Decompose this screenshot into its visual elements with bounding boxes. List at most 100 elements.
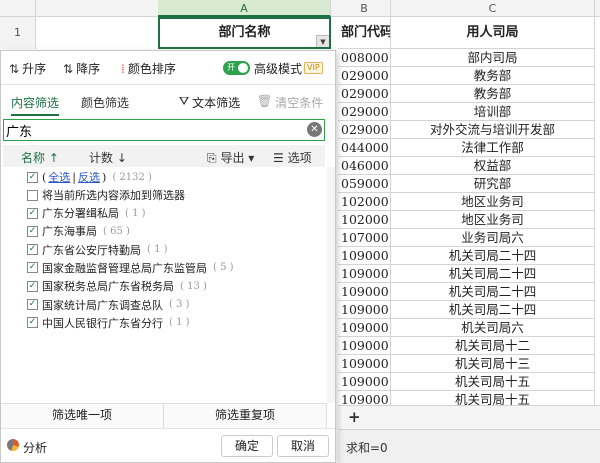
arrow-down-icon: ↓ xyxy=(116,151,127,165)
panel-footer: 分析 确定 取消 xyxy=(1,428,335,462)
filter-item-count: ( 1 ) xyxy=(147,244,168,256)
header-dept-code[interactable]: 部门代码 xyxy=(338,17,391,49)
cell-dept-code[interactable]: 029000 xyxy=(338,121,391,139)
cell-bureau[interactable]: 地区业务司 xyxy=(391,211,595,229)
cell-bureau[interactable]: 机关司局二十四 xyxy=(391,265,595,283)
add-sheet-button[interactable]: + xyxy=(348,408,361,426)
analysis-label: 分析 xyxy=(23,441,48,455)
cell-bureau[interactable]: 部内司局 xyxy=(391,49,595,67)
checkbox-checked-icon[interactable]: ✓ xyxy=(27,244,38,256)
filter-item-label: 国家统计局广东调查总队 xyxy=(42,298,163,312)
checkbox-checked-icon[interactable]: ✓ xyxy=(27,299,38,310)
export-button[interactable]: ⎘ 导出 ▾ xyxy=(207,149,254,166)
ok-button[interactable]: 确定 xyxy=(221,435,273,457)
list-header: 名称 ↑ 计数 ↓ ⎘ 导出 ▾ ☰ 选项 xyxy=(3,145,325,167)
sort-asc-button[interactable]: ⇅ 升序 xyxy=(9,60,46,77)
checkbox-checked-icon[interactable]: ✓ xyxy=(27,262,38,274)
cell-dept-code[interactable]: 102000 xyxy=(338,193,391,211)
select-all-row[interactable]: ✓ ( 全选 | 反选 ) ( 2132 ) xyxy=(27,168,152,186)
filter-list-item[interactable]: ✓ 国家税务总局广东省税务局 ( 13 ) xyxy=(27,277,207,295)
cell-bureau[interactable]: 机关司局十五 xyxy=(391,373,595,391)
cell-dept-code[interactable]: 109000 xyxy=(338,337,391,355)
filter-list-item[interactable]: ✓ 广东省公安厅特勤局 ( 1 ) xyxy=(27,241,168,259)
cell-dept-code[interactable]: 029000 xyxy=(338,67,391,85)
filter-dropdown-icon[interactable]: ▼ xyxy=(316,35,329,47)
tab-color-filter[interactable]: 颜色筛选 xyxy=(81,94,129,111)
text-filter-button[interactable]: ⛛ 文本筛选 xyxy=(179,94,240,111)
cell-bureau[interactable]: 机关司局十二 xyxy=(391,337,595,355)
paren-open: ( xyxy=(42,170,47,184)
filter-unique-button[interactable]: 筛选唯一项 xyxy=(1,404,164,428)
cell-bureau[interactable]: 教务部 xyxy=(391,85,595,103)
color-sort-button[interactable]: ⁞ 颜色排序 xyxy=(121,60,176,77)
sort-by-name[interactable]: 名称 ↑ xyxy=(21,149,59,166)
checkbox-checked-icon[interactable]: ✓ xyxy=(27,171,38,183)
cell-dept-code[interactable]: 008000 xyxy=(338,49,391,67)
filter-list-item[interactable]: ✓ 中国人民银行广东省分行 ( 1 ) xyxy=(27,314,190,332)
column-header-a[interactable]: A xyxy=(158,0,331,17)
search-input[interactable] xyxy=(4,120,294,140)
cell-a1-header[interactable]: 部门名称 ▼ xyxy=(158,17,331,49)
cell-bureau[interactable]: 法律工作部 xyxy=(391,139,595,157)
filter-list-item[interactable]: ✓ 国家金融监督管理总局广东监管局 ( 5 ) xyxy=(27,259,234,277)
cell-dept-code[interactable]: 059000 xyxy=(338,175,391,193)
pie-chart-icon xyxy=(7,439,19,451)
cell-dept-code[interactable]: 046000 xyxy=(338,157,391,175)
cell-bureau[interactable]: 教务部 xyxy=(391,67,595,85)
add-to-filter-row[interactable]: 将当前所选内容添加到筛选器 xyxy=(27,186,185,204)
cell-dept-code[interactable]: 029000 xyxy=(338,103,391,121)
sort-by-count[interactable]: 计数 ↓ xyxy=(89,149,127,166)
cell-dept-code[interactable]: 102000 xyxy=(338,211,391,229)
cell-dept-code[interactable]: 044000 xyxy=(338,139,391,157)
cell-bureau[interactable]: 研究部 xyxy=(391,175,595,193)
cell-dept-code[interactable]: 107000 xyxy=(338,229,391,247)
invert-link[interactable]: 反选 xyxy=(78,169,100,185)
column-header-b[interactable]: B xyxy=(338,0,391,17)
cell-dept-code[interactable]: 109000 xyxy=(338,355,391,373)
filter-list-item[interactable]: ✓ 广东分署缉私局 ( 1 ) xyxy=(27,204,146,222)
cell-bureau[interactable]: 机关司局二十四 xyxy=(391,247,595,265)
cell-dept-code[interactable]: 109000 xyxy=(338,373,391,391)
corner-cell[interactable] xyxy=(0,0,36,17)
cell-dept-code[interactable]: 109000 xyxy=(338,301,391,319)
cell-bureau[interactable]: 权益部 xyxy=(391,157,595,175)
options-button[interactable]: ☰ 选项 xyxy=(273,149,312,166)
cell-dept-code[interactable]: 109000 xyxy=(338,247,391,265)
analysis-button[interactable]: 分析 xyxy=(7,439,47,456)
checkbox-checked-icon[interactable]: ✓ xyxy=(27,280,38,292)
tab-content-filter[interactable]: 内容筛选 xyxy=(11,94,60,116)
filter-list-item[interactable]: ✓ 广东海事局 ( 65 ) xyxy=(27,222,130,240)
row-number[interactable]: 1 xyxy=(0,17,36,49)
cell-dept-code[interactable]: 109000 xyxy=(338,283,391,301)
sort-asc-label: 升序 xyxy=(22,62,47,76)
checkbox-checked-icon[interactable]: ✓ xyxy=(27,207,38,219)
clear-conditions-button[interactable]: 🗑 清空条件 xyxy=(257,94,323,111)
cancel-button[interactable]: 取消 xyxy=(277,435,329,457)
clear-search-icon[interactable]: ✕ xyxy=(307,122,322,137)
cell-bureau[interactable]: 地区业务司 xyxy=(391,193,595,211)
cell-bureau[interactable]: 业务司局六 xyxy=(391,229,595,247)
checkbox-empty-icon[interactable] xyxy=(27,189,38,201)
cell-bureau[interactable]: 对外交流与培训开发部 xyxy=(391,121,595,139)
filter-item-label: 广东海事局 xyxy=(42,225,97,239)
sheet-tab-bar: + xyxy=(338,405,600,429)
cell-dept-code[interactable]: 029000 xyxy=(338,85,391,103)
filter-duplicate-button[interactable]: 筛选重复项 xyxy=(164,404,327,428)
filter-list-item[interactable]: ✓ 国家统计局广东调查总队 ( 3 ) xyxy=(27,296,190,314)
cell-dept-code[interactable]: 109000 xyxy=(338,319,391,337)
advanced-mode-toggle[interactable]: 开 xyxy=(223,61,250,75)
cell-bureau[interactable]: 机关司局六 xyxy=(391,319,595,337)
cell-bureau[interactable]: 机关司局十三 xyxy=(391,355,595,373)
checkbox-checked-icon[interactable]: ✓ xyxy=(27,317,38,329)
select-all-link[interactable]: 全选 xyxy=(48,169,70,185)
checkbox-checked-icon[interactable]: ✓ xyxy=(27,225,38,237)
cell-bureau[interactable]: 机关司局二十四 xyxy=(391,283,595,301)
sort-desc-button[interactable]: ⇅ 降序 xyxy=(63,60,100,77)
cell-dept-code[interactable]: 109000 xyxy=(338,265,391,283)
vip-badge: VIP xyxy=(304,62,323,74)
cell-bureau[interactable]: 培训部 xyxy=(391,103,595,121)
column-header-c[interactable]: C xyxy=(391,0,595,17)
cell-bureau[interactable]: 机关司局二十四 xyxy=(391,301,595,319)
list-scrollbar[interactable] xyxy=(327,167,335,403)
header-bureau[interactable]: 用人司局 xyxy=(391,17,595,49)
